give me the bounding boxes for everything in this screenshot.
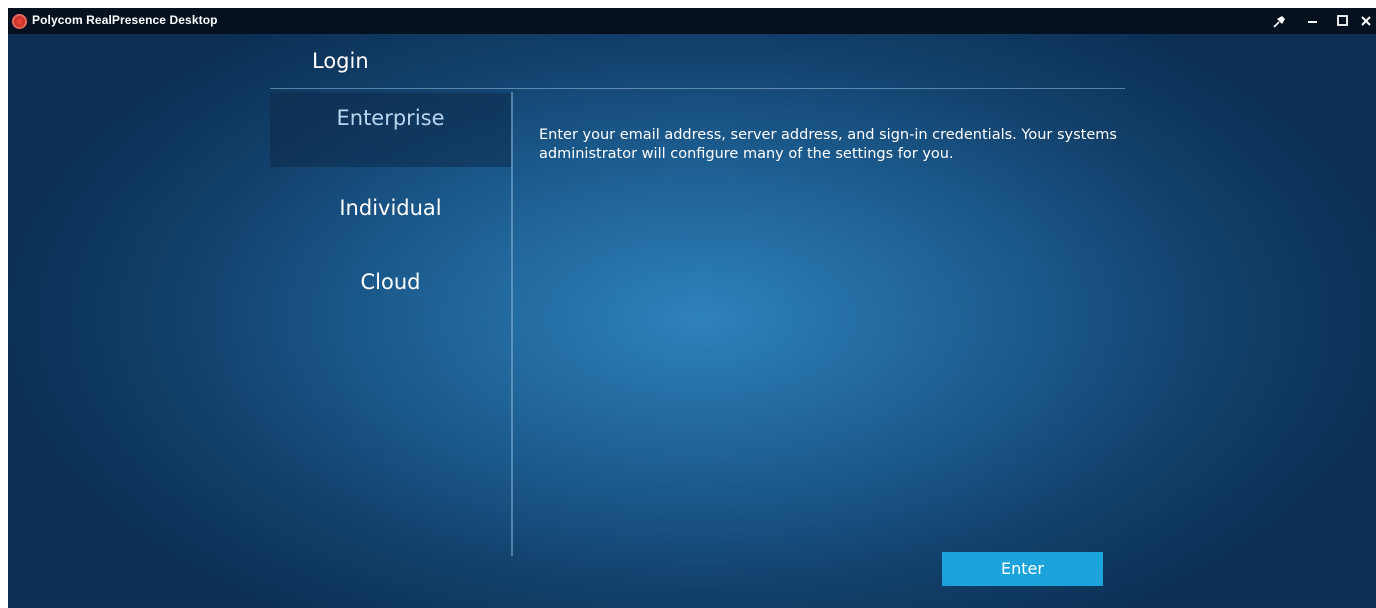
minimize-icon bbox=[1308, 21, 1317, 23]
login-heading: Login bbox=[312, 49, 369, 73]
app-window: Polycom RealPresence Desktop Login Enter… bbox=[8, 8, 1376, 608]
tab-individual-label: Individual bbox=[339, 196, 442, 220]
tab-cloud[interactable]: Cloud bbox=[270, 241, 511, 314]
title-bar: Polycom RealPresence Desktop bbox=[8, 8, 1376, 34]
enter-button[interactable]: Enter bbox=[942, 552, 1103, 586]
tab-enterprise[interactable]: Enterprise bbox=[270, 93, 511, 167]
polycom-logo-icon bbox=[12, 14, 27, 29]
login-description: Enter your email address, server address… bbox=[539, 127, 1117, 162]
tab-cloud-label: Cloud bbox=[360, 270, 421, 294]
close-button[interactable] bbox=[1353, 8, 1376, 34]
vertical-divider bbox=[511, 92, 513, 556]
account-type-sidebar: Enterprise Individual Cloud bbox=[270, 89, 511, 559]
pin-button[interactable] bbox=[1266, 8, 1292, 34]
tab-enterprise-label: Enterprise bbox=[336, 106, 445, 130]
window-title: Polycom RealPresence Desktop bbox=[32, 13, 218, 27]
tab-individual[interactable]: Individual bbox=[270, 168, 511, 241]
minimize-button[interactable] bbox=[1300, 8, 1326, 34]
close-icon bbox=[1361, 16, 1371, 26]
pin-icon bbox=[1273, 16, 1285, 28]
